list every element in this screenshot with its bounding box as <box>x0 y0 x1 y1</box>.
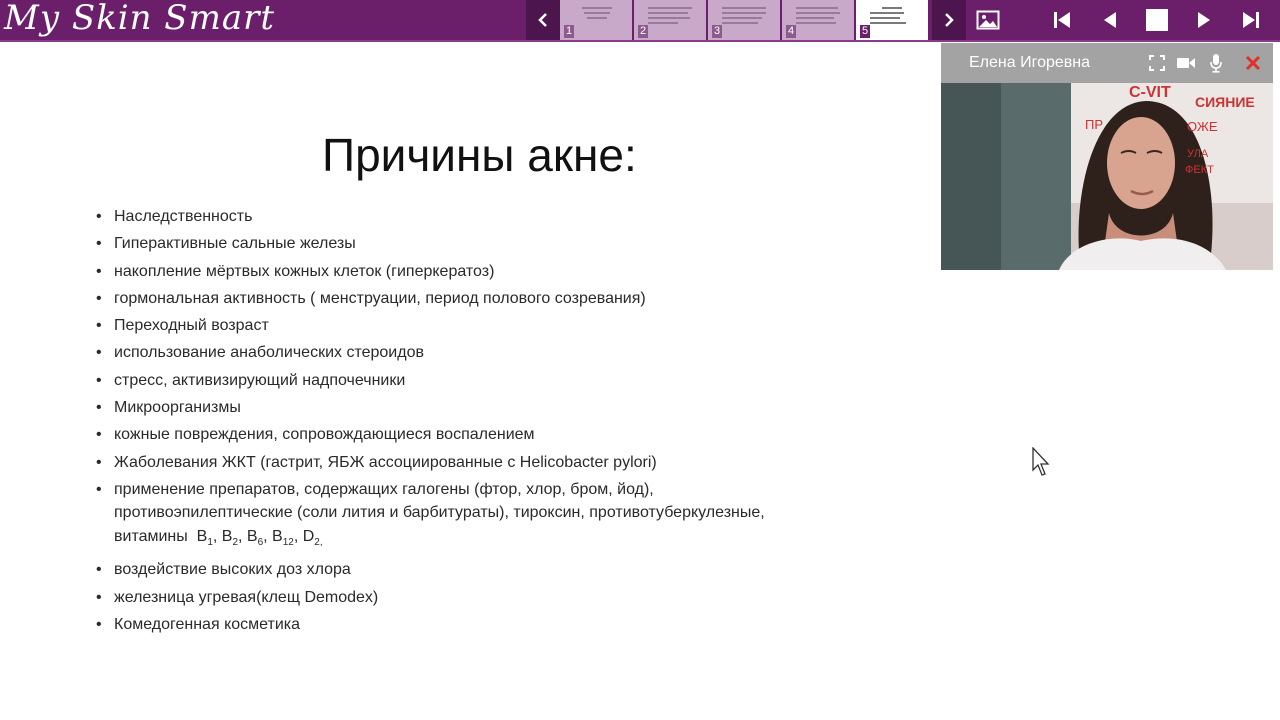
mouse-cursor-icon <box>1032 447 1050 476</box>
thumbnail-preview <box>796 4 842 26</box>
background-sign-line6: ФЕКТ <box>1185 164 1214 176</box>
thumbnail-preview <box>722 4 768 26</box>
stop-button[interactable] <box>1137 0 1177 40</box>
vitamin: B1 <box>196 527 213 549</box>
bullet-item: Переходный возраст <box>96 314 876 338</box>
bullet-list: Наследственность Гиперактивные сальные ж… <box>96 205 876 640</box>
last-slide-button[interactable] <box>1231 0 1271 40</box>
thumbnail-number: 2 <box>638 25 649 38</box>
slide-thumbnail-3[interactable]: 3 <box>708 0 780 40</box>
video-feed: C-VIT СИЯНИЕ ПР ОЖЕ УЛА ФЕКТ <box>941 83 1273 270</box>
microphone-button[interactable] <box>1206 53 1226 73</box>
fullscreen-icon <box>1149 55 1165 71</box>
background-sign-line1: C-VIT <box>1129 84 1171 101</box>
bullet-item: Наследственность <box>96 205 876 229</box>
image-button[interactable] <box>969 0 1007 40</box>
next-slide-button[interactable] <box>1184 0 1224 40</box>
thumbnail-preview <box>870 4 916 26</box>
background-sign-line3: ПР <box>1085 117 1103 132</box>
slide-thumbnail-2[interactable]: 2 <box>634 0 706 40</box>
vitamin: D2 <box>302 527 320 549</box>
thumbnail-number: 1 <box>564 25 575 38</box>
background-sign-line5: УЛА <box>1187 148 1209 160</box>
thumbs-prev-button[interactable] <box>526 0 560 40</box>
bullet-item: гормональная активность ( менструации, п… <box>96 287 876 311</box>
bullet-item-multiline: применение препаратов, содержащих галоге… <box>96 478 876 555</box>
presenter-name: Елена Игоревна <box>969 54 1090 71</box>
bullet-item: стресс, активизирующий надпочечники <box>96 369 876 393</box>
skip-to-end-icon <box>1243 12 1259 28</box>
fullscreen-button[interactable] <box>1147 53 1167 73</box>
skip-to-start-icon <box>1054 12 1070 28</box>
thumbnail-preview <box>574 4 620 26</box>
slide-thumbnail-4[interactable]: 4 <box>782 0 854 40</box>
bullet-item: Микроорганизмы <box>96 396 876 420</box>
thumbs-next-button[interactable] <box>932 0 966 40</box>
thumbnail-number: 5 <box>860 25 871 38</box>
image-icon <box>976 10 1000 30</box>
vitamins-label: витамины <box>114 527 188 545</box>
bullet-item: железница угревая(клещ Demodex) <box>96 586 876 610</box>
bullet-item: накопление мёртвых кожных клеток (гиперк… <box>96 260 876 284</box>
chevron-right-icon <box>945 13 954 27</box>
camera-icon <box>1177 58 1195 68</box>
play-next-icon <box>1198 12 1210 28</box>
slide-title: Причины акне: <box>322 129 637 181</box>
video-header: Елена Игоревна <box>941 43 1273 83</box>
thumbnail-preview <box>648 4 694 26</box>
bullet-line-3: витамины B1, B2, B6, B12, D2, <box>114 527 323 549</box>
bullet-item: Жаболевания ЖКТ (гастрит, ЯБЖ ассоцииров… <box>96 451 876 475</box>
previous-icon <box>1104 12 1116 28</box>
slide-thumbnail-5[interactable]: 5 <box>856 0 928 40</box>
chevron-left-icon <box>538 13 547 27</box>
camera-button[interactable] <box>1176 53 1196 73</box>
slide-thumbnail-1[interactable]: 1 <box>560 0 632 40</box>
bullet-item: использование анаболических стероидов <box>96 341 876 365</box>
bullet-item: Гиперактивные сальные железы <box>96 232 876 256</box>
presenter-video-panel: Елена Игоревна C-VIT СИЯНИЕ ПР ОЖЕ УЛА Ф… <box>941 43 1273 270</box>
presenter-video-frame: C-VIT СИЯНИЕ ПР ОЖЕ УЛА ФЕКТ <box>941 83 1273 270</box>
bullet-item: Комедогенная косметика <box>96 613 876 637</box>
vitamin: B12 <box>272 527 294 549</box>
vitamin: B6 <box>246 527 264 549</box>
bullet-item: кожные повреждения, сопровождающиеся вос… <box>96 423 876 447</box>
first-slide-button[interactable] <box>1042 0 1082 40</box>
background-sign-line2: СИЯНИЕ <box>1195 94 1255 110</box>
bullet-line-2: противоэпилептические (соли лития и барб… <box>114 504 765 522</box>
vitamin: B2 <box>221 527 239 549</box>
logo: My Skin Smart <box>4 0 276 38</box>
slide-thumbnails: 1 2 3 4 5 <box>560 0 928 40</box>
close-icon <box>1245 55 1261 71</box>
top-bar: My Skin Smart 1 2 3 4 5 <box>0 0 1280 40</box>
bullet-line-1: применение препаратов, содержащих галоге… <box>114 480 654 498</box>
thumbnail-number: 4 <box>786 25 797 38</box>
thumbnail-number: 3 <box>712 25 723 38</box>
stop-icon <box>1146 9 1168 31</box>
close-video-button[interactable] <box>1243 53 1263 73</box>
background-sign-line4: ОЖЕ <box>1187 119 1218 134</box>
bullet-item: воздействие высоких доз хлора <box>96 558 876 582</box>
top-bar-divider <box>0 40 1280 42</box>
previous-slide-button[interactable] <box>1090 0 1130 40</box>
microphone-icon <box>1210 54 1222 73</box>
